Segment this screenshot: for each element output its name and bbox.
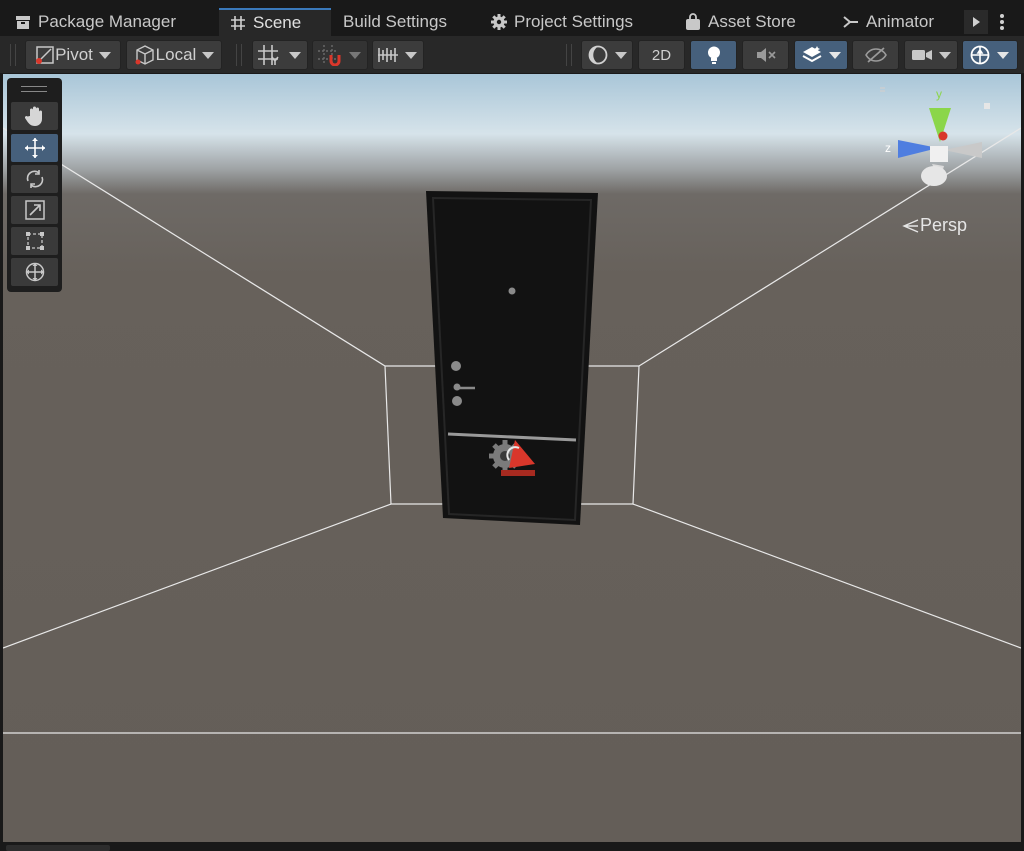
tab-label: Scene [253, 13, 302, 32]
pivot-label: Pivot [55, 45, 93, 64]
bag-icon [686, 13, 700, 30]
status-strip [0, 842, 1024, 851]
tab-package-manager[interactable]: Package Manager [14, 8, 176, 36]
orientation-gizmo[interactable]: y z [880, 80, 990, 200]
toolbar-grip[interactable] [566, 44, 572, 66]
move-tool-button[interactable] [11, 134, 58, 162]
chevron-down-icon [939, 51, 951, 59]
tab-build-settings[interactable]: Build Settings [343, 8, 447, 36]
gizmo-axis-y-label: y [936, 87, 942, 101]
lightbulb-icon [707, 46, 720, 64]
pivot-icon [36, 46, 54, 64]
tool-palette [7, 78, 62, 292]
audio-toggle[interactable] [742, 40, 789, 70]
grid-snap-icon [258, 45, 279, 65]
shading-sphere-icon [588, 45, 608, 65]
local-label: Local [155, 45, 197, 64]
tab-project-settings[interactable]: Project Settings [490, 8, 633, 36]
projection-toggle[interactable]: Persp [902, 215, 967, 236]
move-arrows-icon [24, 138, 45, 158]
camera-settings-dropdown[interactable] [904, 40, 958, 70]
chevron-down-icon [289, 51, 301, 59]
chevron-down-icon [98, 51, 111, 59]
grid-snap-button[interactable] [252, 40, 308, 70]
cube-icon [135, 45, 154, 65]
chevron-down-icon [202, 51, 215, 59]
gear-icon [491, 14, 507, 30]
eye-hidden-icon [864, 47, 887, 63]
rotate-tool-button[interactable] [11, 165, 58, 193]
gizmo-axis-z-label: z [885, 141, 891, 155]
2d-label: 2D [651, 46, 672, 64]
shading-mode-dropdown[interactable] [581, 40, 633, 70]
hand-tool-button[interactable] [11, 102, 58, 130]
horizontal-scrollbar[interactable] [6, 845, 110, 851]
scene-toolbar: Pivot Local 2D [0, 36, 1024, 74]
chevron-down-icon [829, 51, 841, 59]
rotate-icon [26, 170, 43, 188]
camera-icon [912, 50, 932, 60]
increment-snap-button[interactable] [312, 40, 368, 70]
tab-scene[interactable]: Scene [219, 8, 331, 36]
snap-settings-button[interactable] [372, 40, 424, 70]
palette-drag-handle[interactable] [21, 86, 47, 92]
gizmo-globe-icon [970, 45, 990, 65]
gizmos-dropdown[interactable] [962, 40, 1018, 70]
triangle-right-icon [973, 17, 980, 27]
effects-toggle[interactable] [794, 40, 848, 70]
tab-label: Build Settings [343, 12, 447, 31]
audio-source-gizmo-icon [489, 440, 535, 476]
chevron-down-icon [615, 51, 627, 59]
tab-asset-store[interactable]: Asset Store [684, 8, 796, 36]
tab-label: Asset Store [708, 12, 796, 31]
tab-overflow-button[interactable] [964, 10, 988, 34]
transform-combo-icon [25, 262, 44, 282]
tab-animator[interactable]: Animator [842, 8, 934, 36]
scene-viewport[interactable] [3, 74, 1021, 842]
tab-label: Animator [866, 12, 935, 31]
package-icon [16, 16, 30, 29]
projection-label: Persp [920, 215, 968, 235]
rect-tool-button[interactable] [11, 227, 58, 255]
toolbar-grip[interactable] [10, 44, 16, 66]
scale-tool-button[interactable] [11, 196, 58, 224]
chevron-down-icon [997, 51, 1009, 59]
perspective-chevron-icon [902, 218, 919, 233]
transform-tool-button[interactable] [11, 258, 58, 286]
grid-hash-icon [231, 16, 245, 30]
scale-icon [24, 200, 45, 220]
tab-label: Project Settings [514, 12, 634, 31]
kebab-menu-icon [1000, 14, 1004, 30]
hand-icon [24, 106, 42, 126]
lighting-toggle[interactable] [690, 40, 737, 70]
rect-transform-icon [25, 232, 44, 250]
scene-visibility-toggle[interactable] [852, 40, 899, 70]
local-dropdown[interactable]: Local [126, 40, 222, 70]
layers-effects-icon [802, 46, 822, 63]
chevron-down-icon [405, 51, 417, 59]
magnet-grid-icon [318, 45, 341, 66]
editor-tab-bar: Package Manager Scene Build Settings Pro… [0, 0, 1024, 36]
window-menu-button[interactable] [994, 10, 1010, 34]
pivot-dropdown[interactable]: Pivot [25, 40, 121, 70]
2d-mode-toggle[interactable]: 2D [638, 40, 685, 70]
speaker-muted-icon [756, 48, 776, 62]
toolbar-grip[interactable] [236, 44, 242, 66]
tab-label: Package Manager [38, 12, 176, 31]
ruler-snap-icon [378, 48, 398, 62]
chevron-down-icon [349, 51, 361, 59]
animator-icon [843, 16, 858, 28]
